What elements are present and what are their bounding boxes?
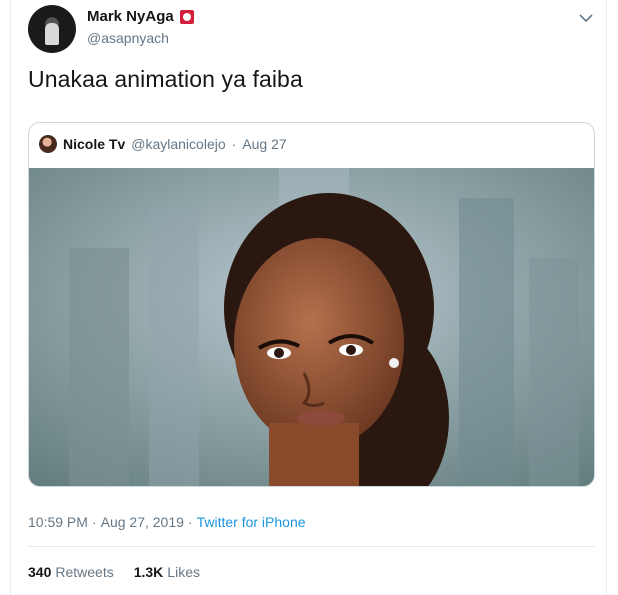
chevron-down-icon[interactable] <box>578 12 594 24</box>
author-handle[interactable]: @asapnyach <box>87 30 169 46</box>
tweet-time[interactable]: 10:59 PM <box>28 514 88 530</box>
author-display-name[interactable]: Mark NyAga <box>87 8 174 25</box>
quoted-avatar <box>39 135 57 153</box>
retweets-label: Retweets <box>55 564 114 580</box>
retweets-count: 340 <box>28 564 52 580</box>
quoted-display-name: Nicole Tv <box>63 136 126 152</box>
tweet-source-link[interactable]: Twitter for iPhone <box>197 514 306 530</box>
badge-icon <box>179 9 194 24</box>
avatar-figure <box>45 23 59 45</box>
quoted-photo[interactable] <box>29 168 594 486</box>
divider <box>28 546 595 547</box>
author-avatar[interactable] <box>28 5 76 53</box>
quoted-handle: @kaylanicolejo <box>131 136 226 152</box>
engagement-stats: 340 Retweets 1.3K Likes <box>28 564 200 580</box>
likes-label: Likes <box>167 564 200 580</box>
likes-count: 1.3K <box>133 564 164 580</box>
meta-separator: · <box>91 514 97 530</box>
tweet-date[interactable]: Aug 27, 2019 <box>101 514 184 530</box>
likes-stat[interactable]: 1.3K Likes <box>134 564 200 580</box>
portrait-illustration <box>29 168 594 486</box>
retweets-stat[interactable]: 340 Retweets <box>28 564 114 580</box>
quoted-header: Nicole Tv @kaylanicolejo · Aug 27 <box>39 135 287 153</box>
tweet-meta-row: 10:59 PM · Aug 27, 2019 · Twitter for iP… <box>28 514 306 530</box>
quoted-separator: · <box>231 136 237 152</box>
chevron-svg <box>579 13 593 22</box>
quoted-tweet[interactable]: Nicole Tv @kaylanicolejo · Aug 27 <box>28 122 595 487</box>
quoted-date: Aug 27 <box>242 136 287 152</box>
author-name-row: Mark NyAga <box>87 8 194 25</box>
tweet-text: Unakaa animation ya faiba <box>28 66 303 92</box>
meta-separator-2: · <box>187 514 193 530</box>
